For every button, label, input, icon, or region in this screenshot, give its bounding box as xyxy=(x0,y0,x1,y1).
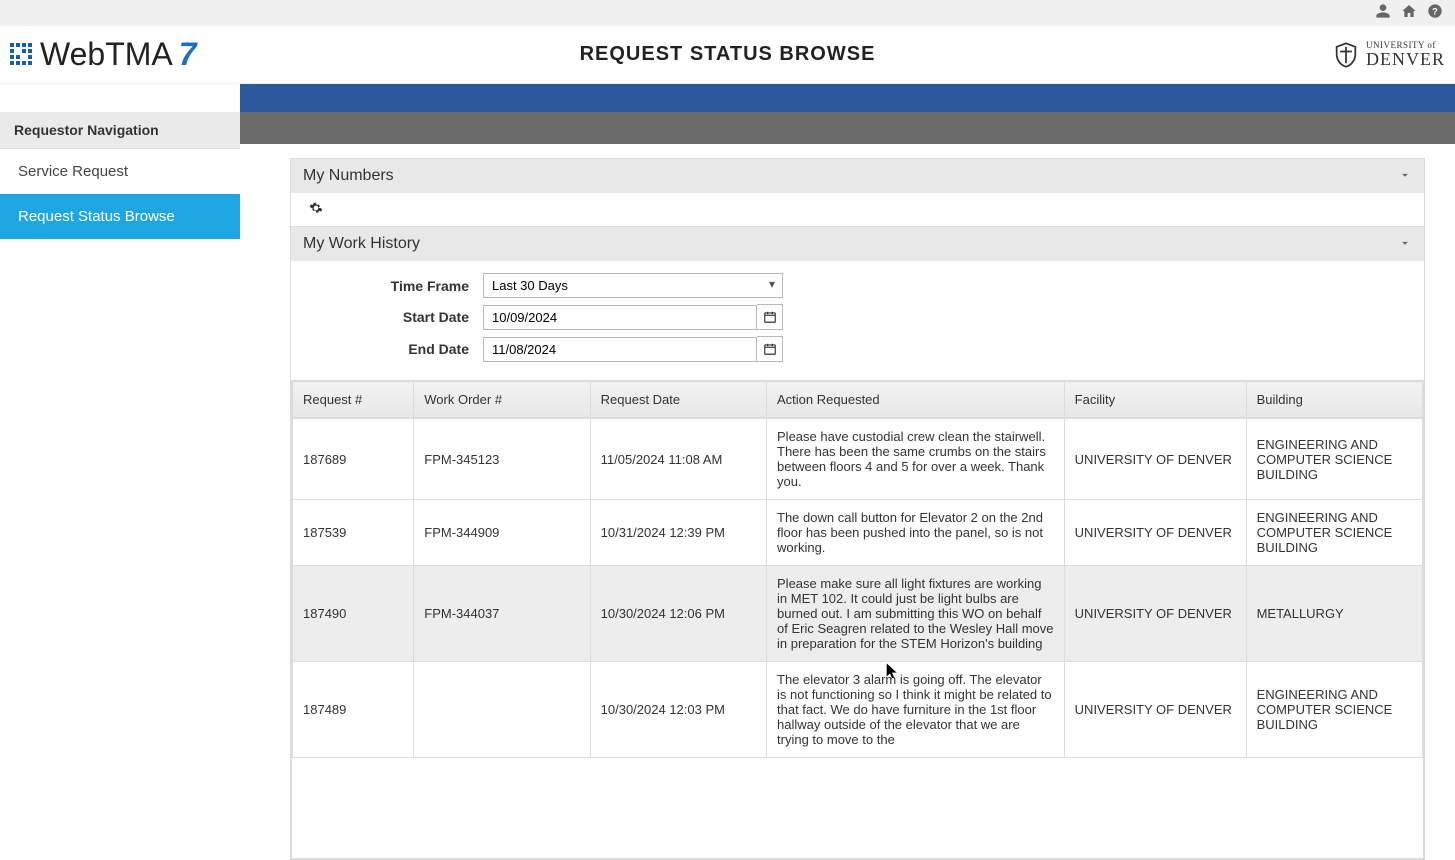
cell-request-date: 10/30/2024 12:06 PM xyxy=(590,566,766,662)
col-header-facility[interactable]: Facility xyxy=(1064,382,1246,418)
sidebar-item-service-request[interactable]: Service Request xyxy=(0,149,240,194)
col-header-work-order[interactable]: Work Order # xyxy=(414,382,590,418)
timeframe-select[interactable]: Last 30 Days xyxy=(483,273,783,298)
top-bar: ? xyxy=(0,0,1455,26)
filters: Time Frame Last 30 Days Start Date xyxy=(291,261,1424,376)
cell-request: 187539 xyxy=(293,500,414,566)
cell-action-requested: The down call button for Elevator 2 on t… xyxy=(767,500,1065,566)
cell-work-order: FPM-344037 xyxy=(414,566,590,662)
main-container: Requestor Navigation Service Request Req… xyxy=(0,112,1455,860)
table-row[interactable]: 187689FPM-34512311/05/2024 11:08 AMPleas… xyxy=(293,419,1423,500)
col-header-request[interactable]: Request # xyxy=(293,382,414,418)
univ-bottom-text: DENVER xyxy=(1366,50,1445,68)
start-date-input[interactable] xyxy=(483,305,757,330)
cell-work-order: FPM-345123 xyxy=(414,419,590,500)
brand-icon xyxy=(10,43,34,67)
end-date-input[interactable] xyxy=(483,337,757,362)
filter-row-timeframe: Time Frame Last 30 Days xyxy=(309,273,1406,298)
sidebar-header: Requestor Navigation xyxy=(0,112,240,149)
university-logo: UNIVERSITY of DENVER xyxy=(1332,41,1445,69)
cell-request-date: 10/30/2024 12:03 PM xyxy=(590,662,766,758)
header: WebTMA 7 REQUEST STATUS BROWSE UNIVERSIT… xyxy=(0,26,1455,84)
panel-body-numbers xyxy=(291,193,1424,226)
calendar-icon xyxy=(763,310,777,324)
cell-request: 187689 xyxy=(293,419,414,500)
toolbar-bar xyxy=(240,112,1455,144)
table-row[interactable]: 187489 10/30/2024 12:03 PMThe elevator 3 … xyxy=(293,662,1423,758)
brand-text: WebTMA xyxy=(40,36,173,73)
col-header-building[interactable]: Building xyxy=(1246,382,1422,418)
sidebar-item-label: Service Request xyxy=(18,163,128,180)
brand-logo: WebTMA 7 xyxy=(10,36,197,73)
home-icon[interactable] xyxy=(1401,3,1417,24)
col-header-request-date[interactable]: Request Date xyxy=(590,382,766,418)
cell-facility: UNIVERSITY OF DENVER xyxy=(1064,500,1246,566)
calendar-icon xyxy=(763,342,777,356)
filter-row-end-date: End Date xyxy=(309,336,1406,362)
cell-work-order: FPM-344909 xyxy=(414,500,590,566)
cell-action-requested: Please have custodial crew clean the sta… xyxy=(767,419,1065,500)
svg-text:?: ? xyxy=(1432,6,1438,16)
table-wrap: Request # Work Order # Request Date Acti… xyxy=(291,380,1424,859)
cell-request: 187489 xyxy=(293,662,414,758)
cell-facility: UNIVERSITY OF DENVER xyxy=(1064,419,1246,500)
cell-action-requested: The elevator 3 alarm is going off. The e… xyxy=(767,662,1065,758)
cell-building: ENGINEERING AND COMPUTER SCIENCE BUILDIN… xyxy=(1246,419,1422,500)
panel-my-numbers: My Numbers xyxy=(290,158,1425,227)
user-icon[interactable] xyxy=(1375,3,1391,24)
cell-request: 187490 xyxy=(293,566,414,662)
sidebar-item-label: Request Status Browse xyxy=(18,208,175,225)
start-date-calendar-button[interactable] xyxy=(757,304,783,330)
shield-icon xyxy=(1332,41,1360,69)
horizontal-scrollbar[interactable] xyxy=(292,842,1423,858)
blue-bar xyxy=(240,84,1455,112)
brand-version: 7 xyxy=(179,36,197,73)
content-inner: My Numbers My Work History xyxy=(240,144,1455,860)
cell-request-date: 11/05/2024 11:08 AM xyxy=(590,419,766,500)
chevron-down-icon xyxy=(1398,168,1412,185)
cell-work-order xyxy=(414,662,590,758)
end-date-label: End Date xyxy=(309,341,469,357)
cell-building: ENGINEERING AND COMPUTER SCIENCE BUILDIN… xyxy=(1246,662,1422,758)
panel-title: My Numbers xyxy=(303,167,394,185)
chevron-down-icon xyxy=(1398,236,1412,253)
timeframe-label: Time Frame xyxy=(309,278,469,294)
panel-header-my-numbers[interactable]: My Numbers xyxy=(291,159,1424,193)
cell-building: ENGINEERING AND COMPUTER SCIENCE BUILDIN… xyxy=(1246,500,1422,566)
gear-icon[interactable] xyxy=(309,202,323,218)
cell-action-requested: Please make sure all light fixtures are … xyxy=(767,566,1065,662)
page-title: REQUEST STATUS BROWSE xyxy=(580,43,876,66)
panel-work-history: My Work History Time Frame Last 30 Days xyxy=(290,227,1425,860)
start-date-label: Start Date xyxy=(309,309,469,325)
filter-row-start-date: Start Date xyxy=(309,304,1406,330)
cell-facility: UNIVERSITY OF DENVER xyxy=(1064,662,1246,758)
table-body-scroll[interactable]: 187689FPM-34512311/05/2024 11:08 AMPleas… xyxy=(292,418,1423,842)
table-row[interactable]: 187539FPM-34490910/31/2024 12:39 PMThe d… xyxy=(293,500,1423,566)
data-table-body: 187689FPM-34512311/05/2024 11:08 AMPleas… xyxy=(292,418,1423,758)
data-table-header: Request # Work Order # Request Date Acti… xyxy=(292,381,1423,418)
cell-facility: UNIVERSITY OF DENVER xyxy=(1064,566,1246,662)
panel-title: My Work History xyxy=(303,235,420,253)
table-row[interactable]: 187490FPM-34403710/30/2024 12:06 PMPleas… xyxy=(293,566,1423,662)
help-icon[interactable]: ? xyxy=(1427,3,1443,24)
sidebar: Requestor Navigation Service Request Req… xyxy=(0,112,240,860)
end-date-calendar-button[interactable] xyxy=(757,336,783,362)
cell-building: METALLURGY xyxy=(1246,566,1422,662)
sidebar-item-request-status-browse[interactable]: Request Status Browse xyxy=(0,194,240,239)
cell-request-date: 10/31/2024 12:39 PM xyxy=(590,500,766,566)
content: My Numbers My Work History xyxy=(240,112,1455,860)
col-header-action-requested[interactable]: Action Requested xyxy=(767,382,1065,418)
panel-header-work-history[interactable]: My Work History xyxy=(291,227,1424,261)
